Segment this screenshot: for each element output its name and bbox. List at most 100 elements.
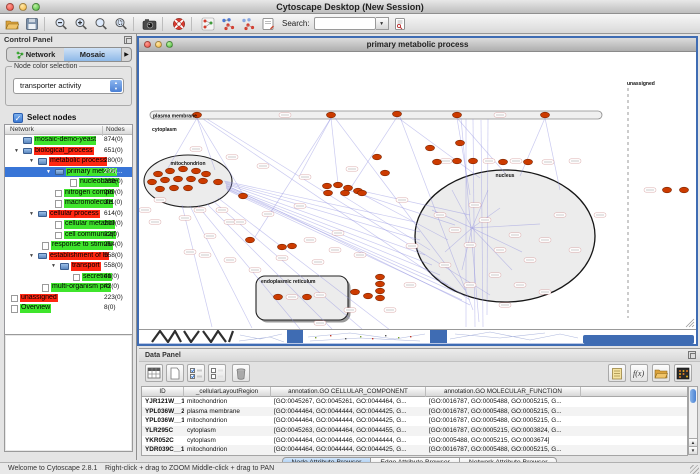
tree-row[interactable]: multi-organism pro42(0) — [5, 282, 132, 293]
close-button[interactable] — [144, 41, 151, 48]
network-node[interactable] — [156, 186, 165, 192]
network-node[interactable] — [202, 171, 211, 177]
birds-eye-view-panel[interactable] — [4, 334, 133, 452]
network-node[interactable] — [334, 182, 343, 188]
network-node[interactable] — [303, 294, 312, 300]
function-builder-button[interactable]: f(x) — [630, 364, 648, 382]
network-node[interactable] — [393, 111, 402, 117]
create-network-button[interactable] — [199, 15, 216, 32]
table-row[interactable]: YDR039C__1mitochondrion[GO:0044464, GO:0… — [142, 445, 687, 455]
table-row[interactable]: YJR121W__1mitochondrion[GO:0045267, GO:0… — [142, 397, 687, 407]
delete-attribute-button[interactable] — [232, 364, 250, 382]
float-panel-icon[interactable] — [124, 36, 132, 44]
open-file-button[interactable] — [3, 15, 20, 32]
network-node[interactable] — [192, 168, 201, 174]
expand-triangle-icon[interactable]: ▼ — [29, 251, 34, 262]
enhanced-search-button[interactable] — [392, 15, 409, 32]
new-attribute-button[interactable] — [166, 364, 184, 382]
network-node[interactable] — [376, 295, 385, 301]
tree-row[interactable]: ▼transport558(0) — [5, 261, 132, 272]
minimize-button[interactable] — [155, 41, 162, 48]
select-attributes-button[interactable] — [187, 364, 205, 382]
minimize-button[interactable] — [19, 3, 27, 11]
table-scrollbar[interactable]: ▲ ▼ — [688, 386, 698, 455]
tree-row[interactable]: cell communicat22(0) — [5, 230, 132, 241]
destroy-view-button[interactable] — [239, 15, 256, 32]
import-attributes-button[interactable] — [652, 364, 670, 382]
expand-triangle-icon[interactable]: ▼ — [51, 261, 56, 272]
network-node[interactable] — [179, 166, 188, 172]
network-node[interactable] — [246, 237, 255, 243]
unselect-attributes-button[interactable] — [208, 364, 226, 382]
save-button[interactable] — [23, 15, 40, 32]
tab-overflow-arrow[interactable]: ▶ — [121, 48, 131, 61]
tab-mosaic[interactable]: Mosaic — [64, 48, 121, 61]
tab-network[interactable]: Network — [7, 48, 64, 61]
zoom-button[interactable] — [32, 3, 40, 11]
network-node[interactable] — [541, 112, 550, 118]
tree-row[interactable]: cellular metabol209(0) — [5, 219, 132, 230]
network-window-titlebar[interactable]: primary metabolic process — [139, 38, 696, 52]
network-node[interactable] — [433, 159, 442, 165]
zoom-button[interactable] — [166, 41, 173, 48]
expand-triangle-icon[interactable]: ▼ — [29, 209, 34, 220]
tree-row[interactable]: mosaic-demo-yeast874(0) — [5, 135, 132, 146]
resize-grip[interactable] — [690, 465, 699, 474]
network-node[interactable] — [341, 190, 350, 196]
select-nodes-checkbox[interactable]: ✓ — [13, 113, 23, 123]
scroll-up-arrow[interactable]: ▲ — [689, 438, 697, 446]
zoom-selected-button[interactable] — [92, 15, 109, 32]
network-node[interactable] — [278, 244, 287, 250]
network-node[interactable] — [426, 145, 435, 151]
network-node[interactable] — [469, 158, 478, 164]
network-node[interactable] — [381, 170, 390, 176]
network-node[interactable] — [453, 112, 462, 118]
tree-row[interactable]: secretion41(0) — [5, 272, 132, 283]
scrollbar-thumb[interactable] — [690, 389, 696, 403]
network-node[interactable] — [376, 288, 385, 294]
network-node[interactable] — [663, 187, 672, 193]
zoom-out-button[interactable] — [52, 15, 69, 32]
zoom-in-button[interactable] — [72, 15, 89, 32]
network-node[interactable] — [274, 294, 283, 300]
color-attribute-select[interactable]: transporter activity ▲▼ — [13, 78, 124, 94]
close-button[interactable] — [6, 3, 14, 11]
network-node[interactable] — [324, 190, 333, 196]
table-column-header[interactable]: _cellularLayoutRegion — [184, 387, 271, 397]
network-node[interactable] — [376, 281, 385, 287]
scroll-down-arrow[interactable]: ▼ — [689, 446, 697, 454]
expand-triangle-icon[interactable]: ▼ — [29, 156, 34, 167]
zoom-fit-button[interactable] — [112, 15, 129, 32]
network-node[interactable] — [373, 154, 382, 160]
float-panel-icon[interactable] — [688, 351, 696, 359]
create-view-button[interactable] — [219, 15, 236, 32]
network-node[interactable] — [148, 179, 157, 185]
network-node[interactable] — [288, 243, 297, 249]
attribute-matrix-button[interactable] — [674, 364, 692, 382]
network-node[interactable] — [323, 183, 332, 189]
table-column-header[interactable]: ID — [142, 387, 184, 397]
tree-row[interactable]: unassigned223(0) — [5, 293, 132, 304]
tree-row[interactable]: ▼cellular process614(0) — [5, 209, 132, 220]
network-node[interactable] — [161, 177, 170, 183]
attribute-notes-button[interactable] — [608, 364, 626, 382]
table-row[interactable]: YKR052Ccytoplasm[GO:0044464, GO:0044446,… — [142, 436, 687, 446]
tree-row[interactable]: ▼primary metabo209(... — [5, 167, 132, 178]
network-node[interactable] — [499, 159, 508, 165]
network-node[interactable] — [351, 289, 360, 295]
network-node[interactable] — [170, 185, 179, 191]
network-node[interactable] — [154, 171, 163, 177]
network-node[interactable] — [364, 293, 373, 299]
annotation-button[interactable] — [259, 15, 276, 32]
network-canvas[interactable]: plasma membranecytoplasmmitochondrionnuc… — [139, 52, 696, 329]
tree-row[interactable]: ▼establishment of lo558(0) — [5, 251, 132, 262]
network-node[interactable] — [376, 274, 385, 280]
table-column-header[interactable]: annotation.GO CELLULAR_COMPONENT — [271, 387, 426, 397]
expand-triangle-icon[interactable]: ▼ — [14, 146, 19, 157]
tree-row[interactable]: nitrogen compo209(0) — [5, 188, 132, 199]
network-node[interactable] — [174, 176, 183, 182]
tree-row[interactable]: ▼biological_process651(0) — [5, 146, 132, 157]
network-node[interactable] — [214, 179, 223, 185]
tree-row[interactable]: nucleobase-209(0) — [5, 177, 132, 188]
network-node[interactable] — [239, 193, 248, 199]
